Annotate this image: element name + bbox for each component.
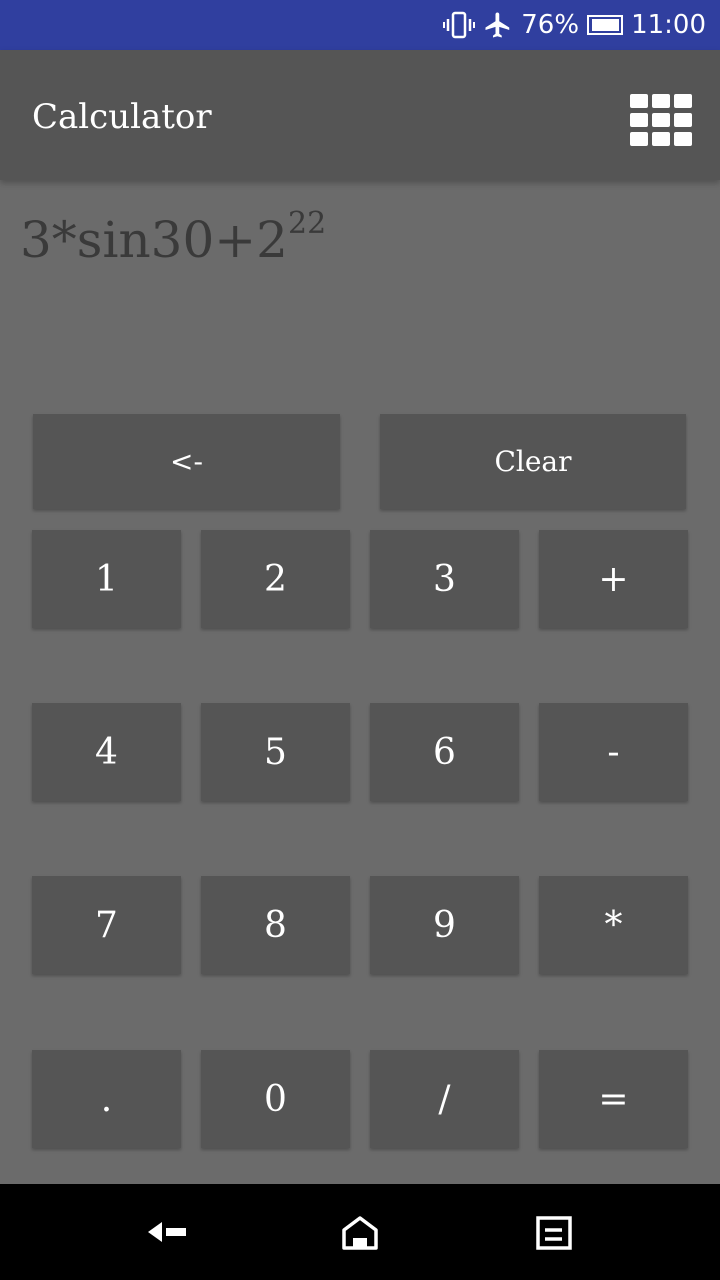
minus-button[interactable]: -: [539, 703, 688, 801]
grid-cell: [674, 132, 692, 146]
grid-cell: [674, 94, 692, 108]
digit-4-button[interactable]: 4: [32, 703, 181, 801]
home-icon[interactable]: [340, 1212, 380, 1256]
grid-cell: [652, 94, 670, 108]
plus-button[interactable]: +: [539, 530, 688, 628]
grid-cell: [652, 132, 670, 146]
grid-cell: [674, 113, 692, 127]
grid-cell: [652, 113, 670, 127]
battery-icon: [587, 15, 624, 35]
digit-6-button[interactable]: 6: [370, 703, 519, 801]
back-icon[interactable]: [146, 1212, 188, 1256]
expression-exponent: 22: [288, 206, 327, 241]
expression-display: 3*sin30+222: [20, 206, 326, 276]
app-title: Calculator: [32, 97, 212, 137]
divide-button[interactable]: /: [370, 1050, 519, 1148]
status-bar: 76% 11:00: [0, 0, 720, 50]
backspace-button[interactable]: <-: [33, 414, 340, 509]
grid-icon[interactable]: [630, 94, 696, 152]
battery-percent: 76%: [521, 10, 580, 40]
grid-cell: [630, 132, 648, 146]
status-icons: 76% 11:00: [443, 0, 706, 50]
digit-2-button[interactable]: 2: [201, 530, 350, 628]
decimal-button[interactable]: .: [32, 1050, 181, 1148]
grid-cell: [630, 94, 648, 108]
app-bar: Calculator: [0, 50, 720, 180]
digit-8-button[interactable]: 8: [201, 876, 350, 974]
clear-button[interactable]: Clear: [380, 414, 686, 509]
digit-0-button[interactable]: 0: [201, 1050, 350, 1148]
equals-button[interactable]: =: [539, 1050, 688, 1148]
expression-main: 3*sin30+2: [20, 211, 288, 269]
digit-1-button[interactable]: 1: [32, 530, 181, 628]
airplane-mode-icon: [483, 10, 513, 40]
digit-9-button[interactable]: 9: [370, 876, 519, 974]
recents-icon[interactable]: [534, 1212, 574, 1256]
clock: 11:00: [631, 10, 706, 40]
grid-cell: [630, 113, 648, 127]
digit-3-button[interactable]: 3: [370, 530, 519, 628]
digit-5-button[interactable]: 5: [201, 703, 350, 801]
vibrate-icon: [443, 11, 476, 39]
digit-7-button[interactable]: 7: [32, 876, 181, 974]
multiply-button[interactable]: *: [539, 876, 688, 974]
